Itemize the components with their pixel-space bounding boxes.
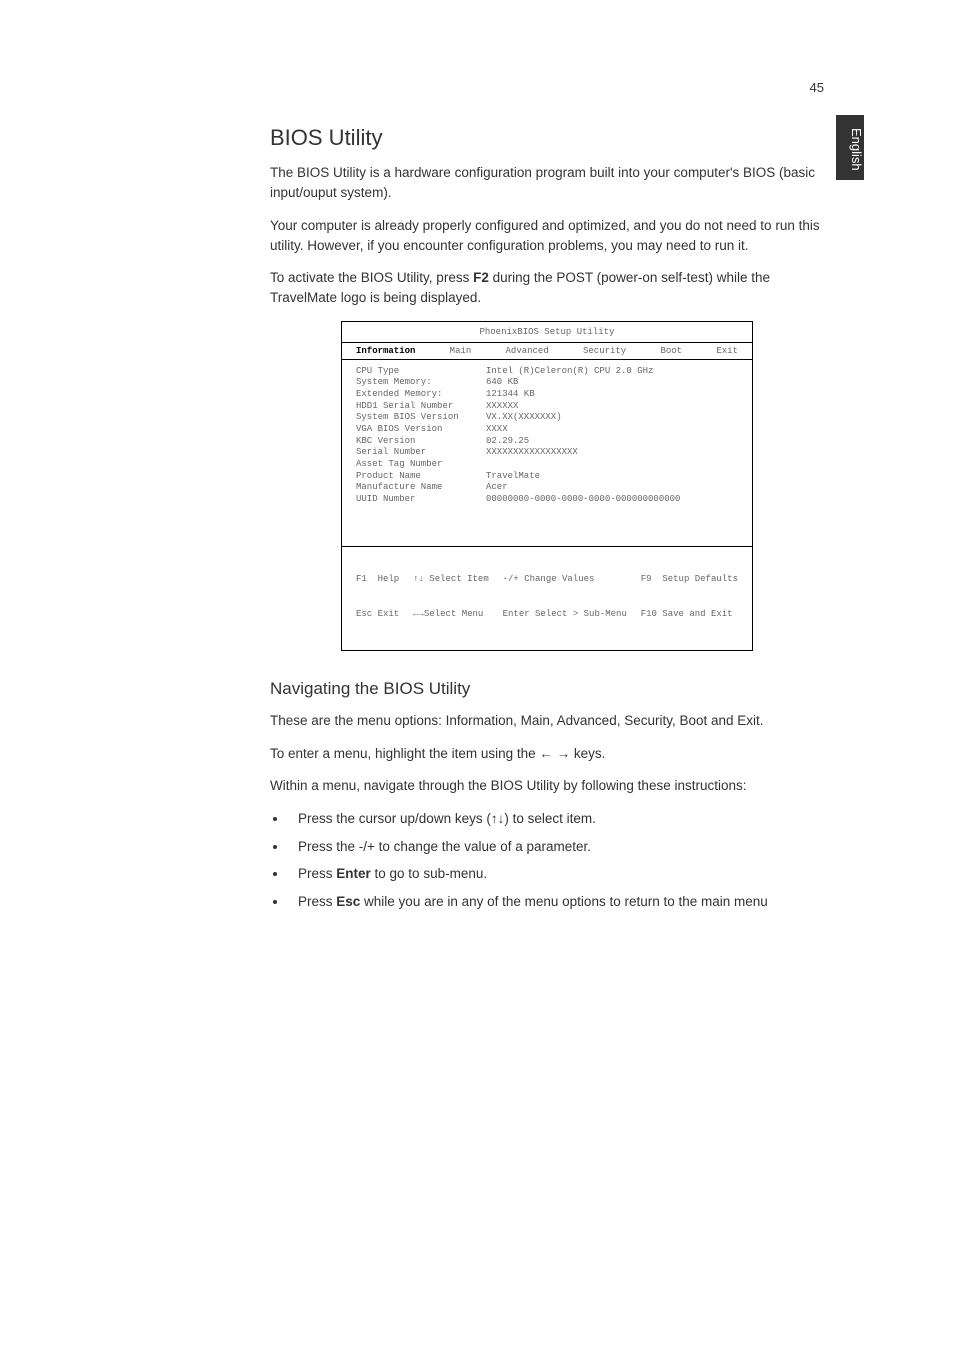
- page-number: 45: [270, 80, 824, 95]
- key-enter: Enter: [336, 866, 371, 881]
- bios-title: PhoenixBIOS Setup Utility: [342, 322, 752, 343]
- heading-navigating: Navigating the BIOS Utility: [270, 679, 824, 699]
- bios-tab-row: Information Main Advanced Security Boot …: [342, 343, 752, 360]
- language-tab: English: [836, 115, 864, 180]
- bios-tab-boot: Boot: [660, 346, 682, 356]
- list-item: Press Enter to go to sub-menu.: [288, 863, 824, 885]
- paragraph-activate: To activate the BIOS Utility, press F2 d…: [270, 268, 824, 309]
- bios-tab-information: Information: [356, 346, 415, 356]
- key-esc: Esc: [336, 894, 360, 909]
- bios-body: CPU TypeIntel (R)Celeron(R) CPU 2.0 GHz …: [342, 360, 752, 547]
- paragraph-menu-options: These are the menu options: Information,…: [270, 711, 824, 731]
- list-item: Press Esc while you are in any of the me…: [288, 891, 824, 913]
- instruction-list: Press the cursor up/down keys (↑↓) to se…: [270, 808, 824, 912]
- paragraph-enter-menu: To enter a menu, highlight the item usin…: [270, 744, 824, 764]
- paragraph-intro: The BIOS Utility is a hardware configura…: [270, 163, 824, 204]
- list-item: Press the cursor up/down keys (↑↓) to se…: [288, 808, 824, 830]
- list-item: Press the -/+ to change the value of a p…: [288, 836, 824, 858]
- paragraph-within-menu: Within a menu, navigate through the BIOS…: [270, 776, 824, 796]
- bios-tab-main: Main: [450, 346, 472, 356]
- bios-screenshot: PhoenixBIOS Setup Utility Information Ma…: [341, 321, 753, 652]
- bios-tab-security: Security: [583, 346, 626, 356]
- key-f2: F2: [473, 270, 489, 285]
- bios-tab-exit: Exit: [716, 346, 738, 356]
- paragraph-configured: Your computer is already properly config…: [270, 216, 824, 257]
- bios-footer: F1 Help Esc Exit ↑↓ Select Item ←→Select…: [342, 547, 752, 651]
- bios-tab-advanced: Advanced: [506, 346, 549, 356]
- heading-bios-utility: BIOS Utility: [270, 125, 824, 151]
